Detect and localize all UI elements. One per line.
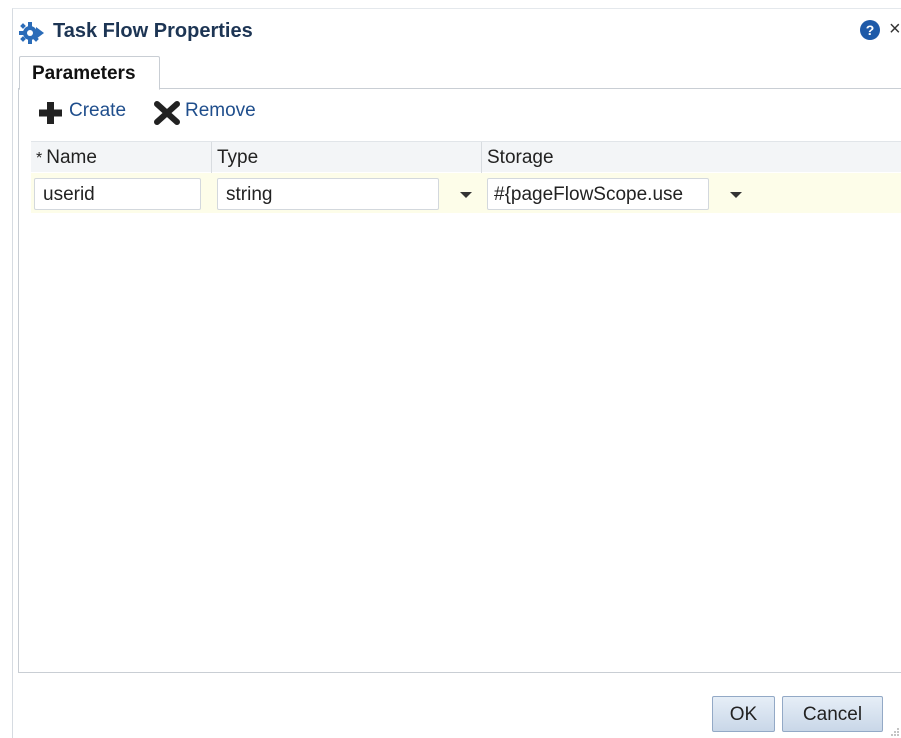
create-button[interactable]: Create (37, 97, 145, 127)
column-header-storage[interactable]: Storage (481, 142, 901, 173)
parameters-panel: Create Remove * Name Type Storage userid … (18, 89, 901, 673)
task-flow-properties-dialog: Task Flow Properties ? × Parameters Crea… (12, 8, 901, 738)
tab-parameters[interactable]: Parameters (19, 56, 160, 90)
table-row[interactable]: userid string #{pageFlowScope.use (31, 173, 901, 213)
remove-x-icon (154, 101, 180, 125)
create-label: Create (69, 100, 127, 121)
tab-strip: Parameters (18, 53, 901, 90)
title-bar[interactable]: Task Flow Properties ? × (13, 9, 901, 53)
plus-icon (39, 102, 62, 124)
table-header: * Name Type Storage (31, 141, 901, 173)
storage-select[interactable]: #{pageFlowScope.use (487, 178, 709, 210)
remove-label: Remove (185, 100, 256, 121)
storage-dropdown-arrow-icon[interactable] (724, 178, 746, 210)
required-marker: * (36, 150, 43, 167)
name-input[interactable]: userid (34, 178, 201, 210)
type-dropdown-arrow-icon[interactable] (454, 178, 476, 210)
cancel-button[interactable]: Cancel (782, 696, 883, 732)
ok-button[interactable]: OK (712, 696, 775, 732)
dialog-title: Task Flow Properties (53, 20, 253, 42)
type-select[interactable]: string (217, 178, 439, 210)
help-icon[interactable]: ? (860, 20, 880, 40)
resize-grip-icon[interactable] (890, 727, 900, 737)
remove-button[interactable]: Remove (153, 97, 275, 127)
column-header-type[interactable]: Type (211, 142, 481, 173)
column-header-name[interactable]: * Name (31, 142, 211, 173)
close-icon[interactable]: × (889, 18, 901, 40)
task-flow-gear-icon (19, 22, 44, 44)
column-header-name-label: Name (46, 147, 97, 168)
